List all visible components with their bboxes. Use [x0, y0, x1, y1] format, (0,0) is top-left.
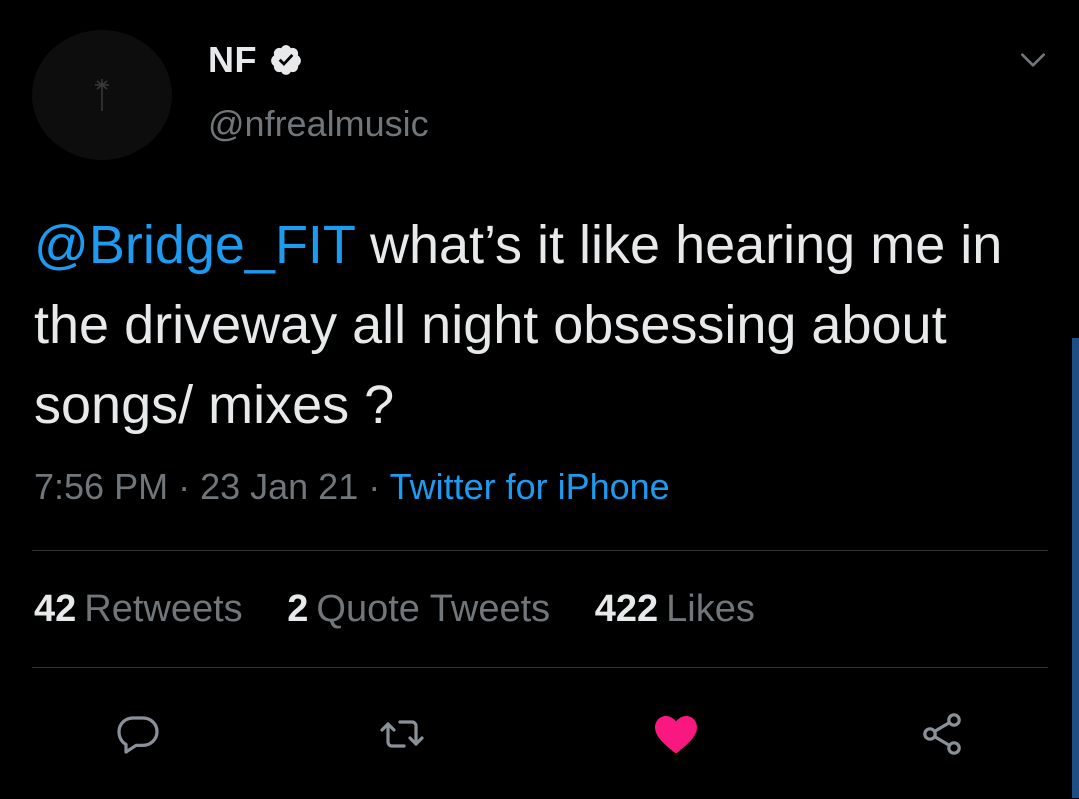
meta-separator: ·: [168, 466, 201, 507]
retweets-count: 42: [34, 588, 77, 630]
tweet-date[interactable]: 23 Jan 21: [200, 466, 358, 507]
divider: [32, 550, 1048, 551]
tweet-source-link[interactable]: Twitter for iPhone: [390, 466, 670, 507]
author-name-row[interactable]: NF: [208, 38, 303, 82]
like-button[interactable]: [646, 704, 706, 764]
divider: [32, 667, 1048, 668]
action-bar: [0, 704, 1079, 764]
author-handle[interactable]: @nfrealmusic: [208, 103, 429, 145]
tweet-time[interactable]: 7:56 PM: [34, 466, 168, 507]
tweet-stats: 42 Retweets 2 Quote Tweets 422 Likes: [34, 588, 789, 631]
tweet-text: @Bridge_FIT what’s it like hearing me in…: [34, 205, 1044, 445]
author-display-name[interactable]: NF: [208, 39, 257, 81]
meta-separator: ·: [358, 466, 390, 507]
quote-tweets-count: 2: [287, 588, 309, 630]
retweet-button[interactable]: [372, 704, 432, 764]
share-icon: [923, 713, 961, 755]
tweet-meta: 7:56 PM · 23 Jan 21 · Twitter for iPhone: [34, 466, 670, 508]
quote-tweets-stat[interactable]: 2 Quote Tweets: [287, 588, 550, 630]
chevron-down-icon[interactable]: [1017, 44, 1049, 76]
nf-logo-avatar-icon: [95, 79, 109, 111]
tweet-detail: NF @nfrealmusic @Bridge_FIT what’s it li…: [0, 0, 1079, 799]
likes-count: 422: [594, 588, 659, 630]
retweet-icon: [380, 720, 424, 748]
retweets-label: Retweets: [84, 588, 243, 630]
mention-link[interactable]: @Bridge_FIT: [34, 215, 355, 275]
reply-button[interactable]: [108, 704, 168, 764]
reply-icon: [117, 716, 159, 754]
heart-icon: [655, 716, 697, 753]
likes-label: Likes: [666, 588, 755, 630]
retweets-stat[interactable]: 42 Retweets: [34, 588, 243, 630]
verified-badge-icon: [271, 45, 301, 75]
share-button[interactable]: [912, 704, 972, 764]
scrollbar[interactable]: [1072, 338, 1079, 798]
avatar[interactable]: [32, 30, 172, 160]
likes-stat[interactable]: 422 Likes: [595, 588, 755, 630]
quote-tweets-label: Quote Tweets: [316, 588, 551, 630]
